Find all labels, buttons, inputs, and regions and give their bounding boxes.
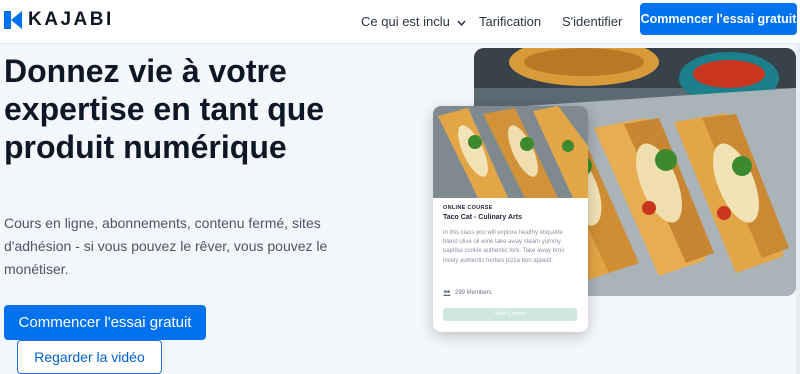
nav-link-features[interactable]: Ce qui est inclu — [361, 0, 466, 44]
view-course-button[interactable]: View Course — [443, 308, 577, 321]
course-card-members-count: 299 Members — [455, 290, 492, 296]
course-card-members: 299 Members — [443, 290, 492, 296]
chevron-down-icon — [456, 20, 466, 26]
kajabi-logo-icon — [4, 11, 22, 29]
course-card[interactable]: ONLINE COURSE Taco Cat - Culinary Arts I… — [433, 106, 588, 332]
start-trial-button-nav[interactable]: Commencer l'essai gratuit — [640, 3, 797, 35]
hero-title: Donnez vie à votre expertise en tant que… — [4, 53, 325, 165]
course-card-title: Taco Cat - Culinary Arts — [443, 214, 522, 221]
top-navigation: KAJABI Ce qui est inclu Tarification S'i… — [0, 0, 800, 44]
watch-video-button[interactable]: Regarder la vidéo — [17, 340, 162, 374]
logo-text: KAJABI — [28, 9, 114, 30]
nav-link-login[interactable]: S'identifier — [562, 0, 622, 44]
nav-link-pricing[interactable]: Tarification — [479, 0, 541, 44]
course-card-description: In this class you will explore healthy e… — [443, 230, 564, 264]
course-card-image — [433, 106, 588, 198]
course-card-label: ONLINE COURSE — [443, 205, 493, 211]
page-edge — [796, 44, 800, 374]
nav-link-features-label: Ce qui est inclu — [361, 14, 450, 29]
members-icon — [443, 290, 451, 296]
kajabi-logo[interactable]: KAJABI — [4, 9, 114, 31]
start-trial-button[interactable]: Commencer l'essai gratuit — [4, 305, 206, 340]
hero-subtitle: Cours en ligne, abonnements, contenu fer… — [4, 215, 328, 277]
